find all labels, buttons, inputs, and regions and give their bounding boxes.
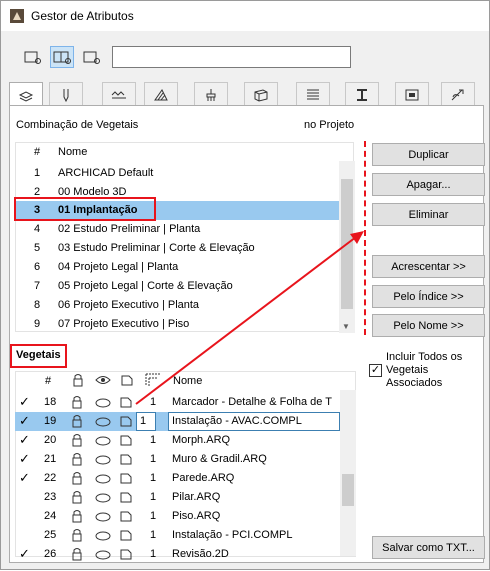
annotation-arrow — [135, 231, 364, 405]
attribute-manager-window: Gestor de Atributos Combinação de Vegeta… — [0, 0, 490, 570]
salvar-txt-button[interactable]: Salvar como TXT... — [372, 536, 485, 559]
